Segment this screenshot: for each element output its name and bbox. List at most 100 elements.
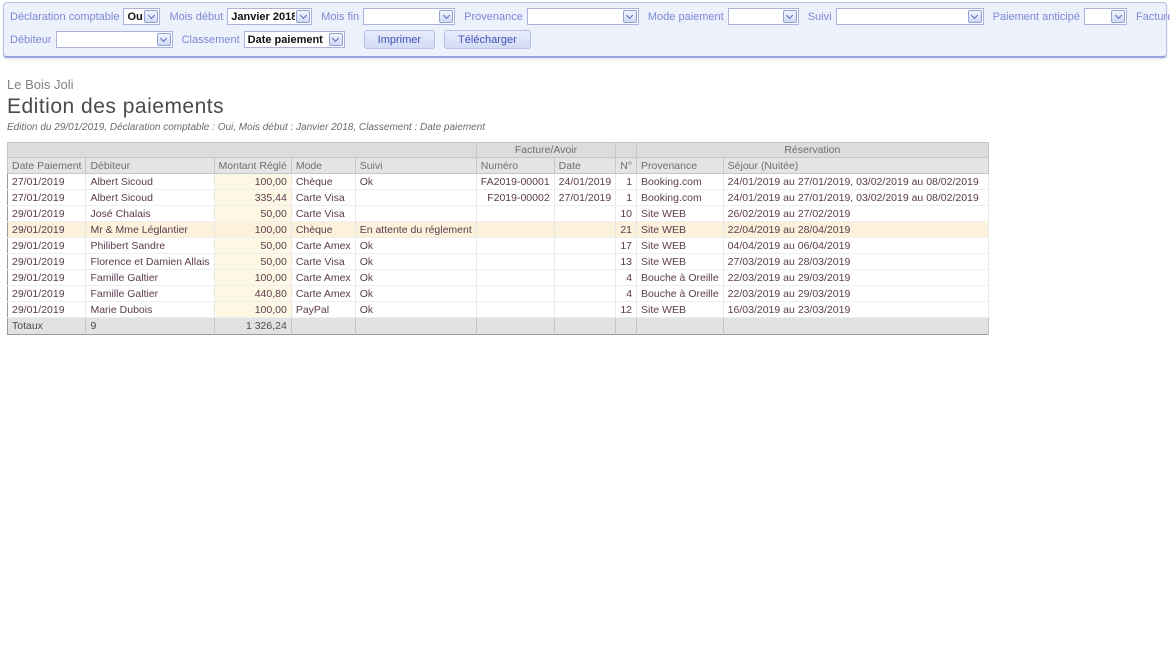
- group-header-row: Facture/AvoirRéservation: [8, 143, 989, 158]
- totals-count: 9: [86, 318, 214, 335]
- cell: Chèque: [291, 222, 355, 238]
- filter-label-suivi: Suivi: [808, 11, 832, 23]
- cell: Ok: [355, 302, 476, 318]
- table-row: 29/01/2019Philibert Sandre50,00Carte Ame…: [8, 238, 989, 254]
- cell: Carte Visa: [291, 206, 355, 222]
- filter-label-declaration-comptable: Déclaration comptable: [10, 11, 119, 23]
- cell: 100,00: [214, 270, 291, 286]
- filter-mode-paiement: Mode paiement: [648, 8, 799, 25]
- filter-row-2: Débiteur Classement Date paiement Imprimer T…: [10, 30, 1160, 49]
- cell: [554, 286, 616, 302]
- cell: 1: [616, 190, 637, 206]
- chevron-down-icon[interactable]: [144, 10, 158, 23]
- cell: FA2019-00001: [476, 174, 554, 190]
- cell: [355, 190, 476, 206]
- column-header: Suivi: [355, 158, 476, 174]
- cell: Famille Galtier: [86, 286, 214, 302]
- cell: PayPal: [291, 302, 355, 318]
- group-header-r-servation: Réservation: [637, 143, 989, 158]
- mois-fin-select[interactable]: [363, 8, 455, 25]
- cell: [476, 254, 554, 270]
- cell: 4: [616, 286, 637, 302]
- chevron-down-icon[interactable]: [157, 33, 171, 46]
- cell: [554, 254, 616, 270]
- cell: 13: [616, 254, 637, 270]
- cell: 29/01/2019: [8, 270, 86, 286]
- cell: 335,44: [214, 190, 291, 206]
- filter-declaration-comptable: Déclaration comptable Oui: [10, 8, 160, 25]
- chevron-down-icon[interactable]: [968, 10, 982, 23]
- cell: 29/01/2019: [8, 286, 86, 302]
- cell: Albert Sicoud: [86, 190, 214, 206]
- debiteur-select[interactable]: [56, 31, 173, 48]
- classement-select[interactable]: Date paiement: [244, 31, 345, 48]
- telecharger-button[interactable]: Télécharger: [444, 30, 531, 49]
- chevron-down-icon[interactable]: [1111, 10, 1125, 23]
- cell: 1: [616, 174, 637, 190]
- imprimer-button[interactable]: Imprimer: [364, 30, 435, 49]
- column-header: N°: [616, 158, 637, 174]
- cell: Site WEB: [637, 238, 724, 254]
- cell: 29/01/2019: [8, 302, 86, 318]
- cell: [554, 238, 616, 254]
- column-header: Séjour (Nuitée): [723, 158, 988, 174]
- declaration-comptable-select[interactable]: Oui: [123, 8, 160, 25]
- provenance-select[interactable]: [527, 8, 639, 25]
- cell: 29/01/2019: [8, 254, 86, 270]
- cell: Philibert Sandre: [86, 238, 214, 254]
- report-subtitle: Edition du 29/01/2019, Déclaration compt…: [7, 122, 1170, 133]
- totals-empty-cell: [355, 318, 476, 335]
- totals-empty-cell: [476, 318, 554, 335]
- column-header: Date Paiement: [8, 158, 86, 174]
- filter-label-mode-paiement: Mode paiement: [648, 11, 724, 23]
- cell: [554, 302, 616, 318]
- cell: 27/01/2019: [8, 174, 86, 190]
- cell: 16/03/2019 au 23/03/2019: [723, 302, 988, 318]
- filter-label-debiteur: Débiteur: [10, 34, 52, 46]
- chevron-down-icon[interactable]: [623, 10, 637, 23]
- filter-label-mois-debut: Mois début: [169, 11, 223, 23]
- mois-debut-select[interactable]: Janvier 2018: [227, 8, 312, 25]
- totals-row: Totaux91 326,24: [8, 318, 989, 335]
- filter-provenance: Provenance: [464, 8, 639, 25]
- filter-mois-fin: Mois fin: [321, 8, 455, 25]
- filter-label-paiement-anticipe: Paiement anticipé: [993, 11, 1080, 23]
- totals-empty-cell: [291, 318, 355, 335]
- cell: Ok: [355, 286, 476, 302]
- column-header-row: Date PaiementDébiteurMontant RégléModeSu…: [8, 158, 989, 174]
- column-header: Date: [554, 158, 616, 174]
- suivi-select[interactable]: [836, 8, 984, 25]
- totals-empty-cell: [554, 318, 616, 335]
- cell: [355, 206, 476, 222]
- column-header: Mode: [291, 158, 355, 174]
- cell: 4: [616, 270, 637, 286]
- table-row: 29/01/2019Famille Galtier440,80Carte Ame…: [8, 286, 989, 302]
- cell: 10: [616, 206, 637, 222]
- column-header: Provenance: [637, 158, 724, 174]
- filter-debiteur: Débiteur: [10, 31, 173, 48]
- mode-paiement-select[interactable]: [728, 8, 799, 25]
- paiement-anticipe-select[interactable]: [1084, 8, 1127, 25]
- cell: 50,00: [214, 206, 291, 222]
- mois-debut-selected-value: Janvier 2018: [231, 11, 295, 23]
- chevron-down-icon[interactable]: [783, 10, 797, 23]
- cell: 04/04/2019 au 06/04/2019: [723, 238, 988, 254]
- chevron-down-icon[interactable]: [439, 10, 453, 23]
- chevron-down-icon[interactable]: [296, 10, 310, 23]
- declaration-comptable-selected-value: Oui: [127, 11, 143, 23]
- chevron-down-icon[interactable]: [329, 33, 343, 46]
- cell: [476, 286, 554, 302]
- filter-label-classement: Classement: [182, 34, 240, 46]
- payments-table: Facture/AvoirRéservation Date PaiementDé…: [7, 142, 989, 335]
- table-row: 29/01/2019Marie Dubois100,00PayPalOk12Si…: [8, 302, 989, 318]
- totals-empty-cell: [637, 318, 724, 335]
- cell: Booking.com: [637, 190, 724, 206]
- cell: F2019-00002: [476, 190, 554, 206]
- cell: Booking.com: [637, 174, 724, 190]
- cell: En attente du réglement: [355, 222, 476, 238]
- cell: 29/01/2019: [8, 238, 86, 254]
- cell: [476, 238, 554, 254]
- cell: [476, 270, 554, 286]
- report-header: Le Bois Joli Edition des paiements Editi…: [7, 77, 1170, 133]
- cell: Carte Visa: [291, 254, 355, 270]
